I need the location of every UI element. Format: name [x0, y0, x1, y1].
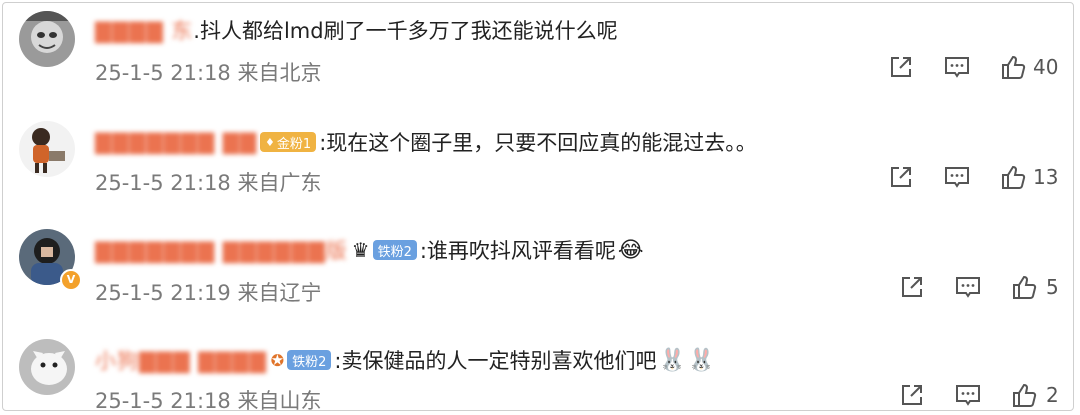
comment-actions: 2: [898, 381, 1059, 409]
username[interactable]: ▇▇▇▇ 东: [95, 15, 193, 45]
bunny-emoji: 🐰: [658, 347, 686, 373]
comment-meta: 25-1-5 21:18 来自山东: [95, 385, 321, 415]
avatar-image: [19, 121, 75, 177]
bunny-emoji: 🐰: [687, 347, 716, 373]
avatar[interactable]: [19, 11, 75, 67]
like-button[interactable]: 13: [999, 163, 1058, 191]
timestamp: 25-1-5 21:18: [95, 389, 231, 413]
comment-item: ▇▇▇▇▇▇▇ ▇▇ ♦ 金粉1 :现在这个圈子里，只要不回应真的能混过去。。 …: [3, 111, 1075, 219]
comment-text: :卖保健品的人一定特别喜欢他们吧: [334, 349, 657, 373]
share-button[interactable]: [887, 163, 915, 191]
avatar[interactable]: [19, 339, 75, 395]
avatar-image: [19, 339, 75, 395]
comment-actions: 40: [887, 53, 1058, 81]
comment-text: .抖人都给lmd刷了一千多万了我还能说什么呢: [193, 19, 618, 43]
comment-item: ▇▇▇▇ 东 .抖人都给lmd刷了一千多万了我还能说什么呢 25-1-5 21:…: [3, 3, 1075, 111]
timestamp: 25-1-5 21:18: [95, 171, 231, 195]
like-count: 13: [1033, 165, 1059, 189]
share-button[interactable]: [898, 273, 926, 301]
medal-icon: ✪: [270, 350, 285, 370]
comment-meta: 25-1-5 21:19 来自辽宁: [95, 277, 321, 307]
avatar[interactable]: [19, 121, 75, 177]
like-button[interactable]: 2: [1010, 381, 1059, 409]
comment-item: V ▇▇▇▇▇▇▇ ▇▇▇▇▇▇版 ♛ 铁粉2 :谁再吹抖风评看看呢 😂 25-…: [3, 217, 1075, 325]
fan-badge-gold: ♦ 金粉1: [260, 132, 317, 152]
thumbs-up-icon: [1002, 55, 1026, 79]
share-icon: [902, 277, 922, 297]
location: 来自辽宁: [237, 281, 322, 305]
comment-button[interactable]: [943, 53, 971, 81]
comment-body: ▇▇▇▇ 东 .抖人都给lmd刷了一千多万了我还能说什么呢: [95, 15, 618, 45]
comment-body: ▇▇▇▇▇▇▇ ▇▇▇▇▇▇版 ♛ 铁粉2 :谁再吹抖风评看看呢 😂: [95, 235, 644, 265]
share-icon: [891, 57, 911, 77]
username[interactable]: ▇▇▇▇▇▇▇ ▇▇: [95, 130, 257, 154]
comment-body: 小狗▇▇▇ ▇▇▇▇ ✪ 铁粉2 :卖保健品的人一定特别喜欢他们吧 🐰 🐰: [95, 345, 715, 375]
comment-actions: 13: [887, 163, 1058, 191]
comment-actions: 5: [898, 273, 1059, 301]
comment-meta: 25-1-5 21:18 来自广东: [95, 167, 321, 197]
timestamp: 25-1-5 21:18: [95, 61, 231, 85]
comment-list: ▇▇▇▇ 东 .抖人都给lmd刷了一千多万了我还能说什么呢 25-1-5 21:…: [2, 2, 1075, 413]
timestamp: 25-1-5 21:19: [95, 281, 231, 305]
share-button[interactable]: [898, 381, 926, 409]
like-count: 40: [1033, 55, 1059, 79]
comment-button[interactable]: [943, 163, 971, 191]
like-count: 5: [1046, 275, 1059, 299]
verified-v-icon: V: [60, 269, 82, 291]
fan-badge-label: 金粉1: [276, 136, 312, 152]
comment-icon: [945, 57, 969, 78]
like-button[interactable]: 40: [999, 53, 1058, 81]
username[interactable]: 小狗▇▇▇ ▇▇▇▇: [95, 345, 267, 375]
avatar-image: [19, 11, 75, 67]
comment-icon: [956, 385, 980, 406]
share-button[interactable]: [887, 53, 915, 81]
comment-text: :谁再吹抖风评看看呢: [419, 239, 616, 263]
share-icon: [902, 385, 922, 405]
location: 来自山东: [237, 389, 322, 413]
thumbs-up-icon: [1013, 383, 1037, 407]
comment-body: ▇▇▇▇▇▇▇ ▇▇ ♦ 金粉1 :现在这个圈子里，只要不回应真的能混过去。。: [95, 127, 757, 157]
location: 来自广东: [237, 171, 322, 195]
thumbs-up-icon: [1013, 275, 1037, 299]
username[interactable]: ▇▇▇▇▇▇▇ ▇▇▇▇▇▇版: [95, 235, 348, 265]
thumbs-up-icon: [1002, 165, 1026, 189]
comment-button[interactable]: [954, 273, 982, 301]
location: 来自北京: [237, 61, 322, 85]
comment-item: 小狗▇▇▇ ▇▇▇▇ ✪ 铁粉2 :卖保健品的人一定特别喜欢他们吧 🐰 🐰 25…: [3, 325, 1075, 413]
share-icon: [891, 167, 911, 187]
gem-icon: ♦: [265, 135, 275, 149]
comment-meta: 25-1-5 21:18 来自北京: [95, 57, 321, 87]
comment-text: :现在这个圈子里，只要不回应真的能混过去。。: [319, 131, 757, 155]
fan-badge-label: 铁粉2: [292, 354, 327, 370]
fan-badge-label: 铁粉2: [377, 244, 412, 260]
crown-icon: ♛: [351, 238, 370, 262]
like-button[interactable]: 5: [1010, 273, 1059, 301]
fan-badge-iron: 铁粉2: [287, 350, 332, 370]
comment-icon: [945, 167, 969, 188]
fan-badge-iron: 铁粉2: [372, 240, 417, 260]
comment-button[interactable]: [954, 381, 982, 409]
comment-icon: [956, 277, 980, 298]
laughing-emoji: 😂: [617, 237, 644, 263]
like-count: 2: [1046, 383, 1059, 407]
